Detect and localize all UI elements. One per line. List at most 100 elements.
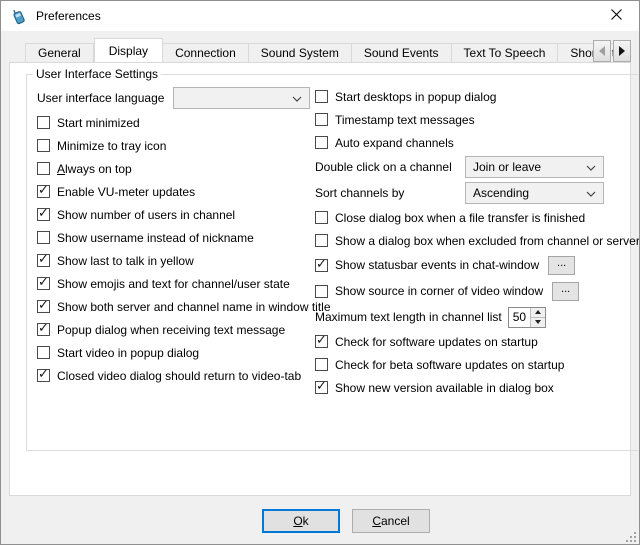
spin-row: Maximum text length in channel list50 — [315, 304, 640, 330]
tab-general[interactable]: General — [25, 43, 94, 63]
spin-down-button[interactable] — [531, 317, 545, 327]
checkbox-label: Start desktops in popup dialog — [335, 90, 496, 104]
checkbox-show-emojis-and-text-for-channel-user-state[interactable]: ✓ — [37, 277, 50, 290]
check-icon: ✓ — [38, 298, 49, 311]
checkbox-label: Show source in corner of video window — [335, 284, 543, 298]
checkbox-show-last-to-talk-in-yellow[interactable]: ✓ — [37, 254, 50, 267]
checkbox-label: Show last to talk in yellow — [57, 254, 194, 268]
tab-display[interactable]: Display — [94, 38, 163, 63]
user-interface-settings-group: User Interface Settings User interface l… — [26, 67, 640, 451]
checkbox-show-a-dialog-box-when-excluded-from-channel-or-[interactable] — [315, 234, 328, 247]
checkbox-check-for-beta-software-updates-on-startup[interactable] — [315, 358, 328, 371]
checkbox-enable-vu-meter-updates[interactable]: ✓ — [37, 185, 50, 198]
checkbox-label: Check for beta software updates on start… — [335, 358, 564, 372]
spin-buttons — [530, 308, 545, 327]
checkbox-show-source-in-corner-of-video-window[interactable] — [315, 285, 328, 298]
spin-value: 50 — [509, 308, 530, 327]
checkbox-row: ✓Enable VU-meter updates — [37, 180, 315, 203]
settings-column-left: User interface language Start minimized Mi… — [37, 85, 315, 399]
checkbox-label: Start minimized — [57, 116, 140, 130]
preferences-dialog: Preferences GeneralDisplayConnectionSoun… — [0, 0, 640, 545]
checkbox-label: Show statusbar events in chat-window — [335, 258, 539, 272]
checkbox-row: Show source in corner of video window... — [315, 278, 640, 304]
ok-button[interactable]: Ok — [262, 509, 340, 533]
maximum-text-length-in-channel-list-spinner[interactable]: 50 — [508, 307, 546, 328]
tab-page-display: User Interface Settings User interface l… — [9, 62, 631, 496]
check-icon: ✓ — [38, 275, 49, 288]
resize-grip[interactable] — [626, 531, 636, 541]
checkbox-start-desktops-in-popup-dialog[interactable] — [315, 90, 328, 103]
checkbox-row: Auto expand channels — [315, 131, 640, 154]
combo-selected-value: Ascending — [473, 186, 586, 200]
sort-channels-by-select[interactable]: Ascending — [465, 182, 604, 204]
check-icon: ✓ — [38, 252, 49, 265]
left-arrow-icon — [594, 46, 605, 56]
checkbox-label: Start video in popup dialog — [57, 346, 199, 360]
app-icon — [10, 8, 27, 25]
double-click-action-select[interactable]: Join or leave — [465, 156, 604, 178]
tab-connection[interactable]: Connection — [163, 43, 249, 63]
tab-scroll-left-button[interactable] — [593, 40, 611, 62]
combo-label: Sort channels by — [315, 186, 465, 200]
checkbox-always-on-top[interactable] — [37, 162, 50, 175]
spin-up-button[interactable] — [531, 308, 545, 317]
dialog-button-bar: Ok Cancel — [27, 509, 640, 533]
chevron-down-icon — [586, 186, 596, 200]
settings-columns: User interface language Start minimized Mi… — [27, 81, 640, 399]
tab-bar: GeneralDisplayConnectionSound SystemSoun… — [9, 37, 631, 63]
checkbox-close-dialog-box-when-a-file-transfer-is-finishe[interactable] — [315, 211, 328, 224]
close-button[interactable] — [594, 1, 639, 31]
checkbox-auto-expand-channels[interactable] — [315, 136, 328, 149]
close-icon — [611, 9, 622, 23]
combo-label: User interface language — [37, 91, 173, 105]
checkbox-start-minimized[interactable] — [37, 116, 50, 129]
checkbox-label: Show both server and channel name in win… — [57, 300, 331, 314]
checkbox-label: Show number of users in channel — [57, 208, 235, 222]
checkbox-popup-dialog-when-receiving-text-message[interactable]: ✓ — [37, 323, 50, 336]
checkbox-row: Start minimized — [37, 111, 315, 134]
tab-sound-system[interactable]: Sound System — [249, 43, 352, 63]
tab-sound-events[interactable]: Sound Events — [352, 43, 452, 63]
checkbox-row: Close dialog box when a file transfer is… — [315, 206, 640, 229]
title-bar: Preferences — [1, 1, 639, 31]
down-arrow-icon — [535, 320, 541, 327]
checkbox-minimize-to-tray-icon[interactable] — [37, 139, 50, 152]
ellipsis-button-show-source-in-corner-of-video-window[interactable]: ... — [552, 282, 579, 301]
settings-column-right: Start desktops in popup dialog Timestamp … — [315, 85, 640, 399]
checkbox-label: Close dialog box when a file transfer is… — [335, 211, 585, 225]
checkbox-show-statusbar-events-in-chat-window[interactable]: ✓ — [315, 259, 328, 272]
chevron-down-icon — [586, 160, 596, 174]
checkbox-row: ✓Show emojis and text for channel/user s… — [37, 272, 315, 295]
user-interface-language-select[interactable] — [173, 87, 310, 109]
groupbox-title: User Interface Settings — [33, 67, 161, 81]
check-icon: ✓ — [38, 206, 49, 219]
checkbox-show-number-of-users-in-channel[interactable]: ✓ — [37, 208, 50, 221]
checkbox-row: ✓Popup dialog when receiving text messag… — [37, 318, 315, 341]
checkbox-label: Show a dialog box when excluded from cha… — [335, 234, 640, 248]
checkbox-row: ✓ Check for software updates on startup — [315, 330, 640, 353]
checkbox-check-for-software-updates-on-startup[interactable]: ✓ — [315, 335, 328, 348]
check-icon: ✓ — [316, 257, 327, 270]
checkbox-timestamp-text-messages[interactable] — [315, 113, 328, 126]
checkbox-row: ✓Show both server and channel name in wi… — [37, 295, 315, 318]
checkbox-row: Always on top — [37, 157, 315, 180]
combo-label: Double click on a channel — [315, 160, 465, 174]
cancel-button[interactable]: Cancel — [352, 509, 430, 533]
checkbox-show-both-server-and-channel-name-in-window-titl[interactable]: ✓ — [37, 300, 50, 313]
checkbox-label: Timestamp text messages — [335, 113, 475, 127]
tab-scroll-right-button[interactable] — [613, 40, 631, 62]
check-icon: ✓ — [316, 333, 327, 346]
tab-scroll-buttons — [593, 40, 631, 62]
tab-text-to-speech[interactable]: Text To Speech — [452, 43, 559, 63]
checkbox-closed-video-dialog-should-return-to-video-tab[interactable]: ✓ — [37, 369, 50, 382]
checkbox-row: ✓ Show last to talk in yellow — [37, 249, 315, 272]
check-icon: ✓ — [38, 321, 49, 334]
checkbox-show-new-version-available-in-dialog-box[interactable]: ✓ — [315, 381, 328, 394]
checkbox-show-username-instead-of-nickname[interactable] — [37, 231, 50, 244]
check-icon: ✓ — [38, 183, 49, 196]
checkbox-label: Check for software updates on startup — [335, 335, 538, 349]
checkbox-start-video-in-popup-dialog[interactable] — [37, 346, 50, 359]
checkbox-row: Minimize to tray icon — [37, 134, 315, 157]
checkbox-row: Show username instead of nickname — [37, 226, 315, 249]
ellipsis-button-show-statusbar-events-in-chat-window[interactable]: ... — [548, 256, 575, 275]
